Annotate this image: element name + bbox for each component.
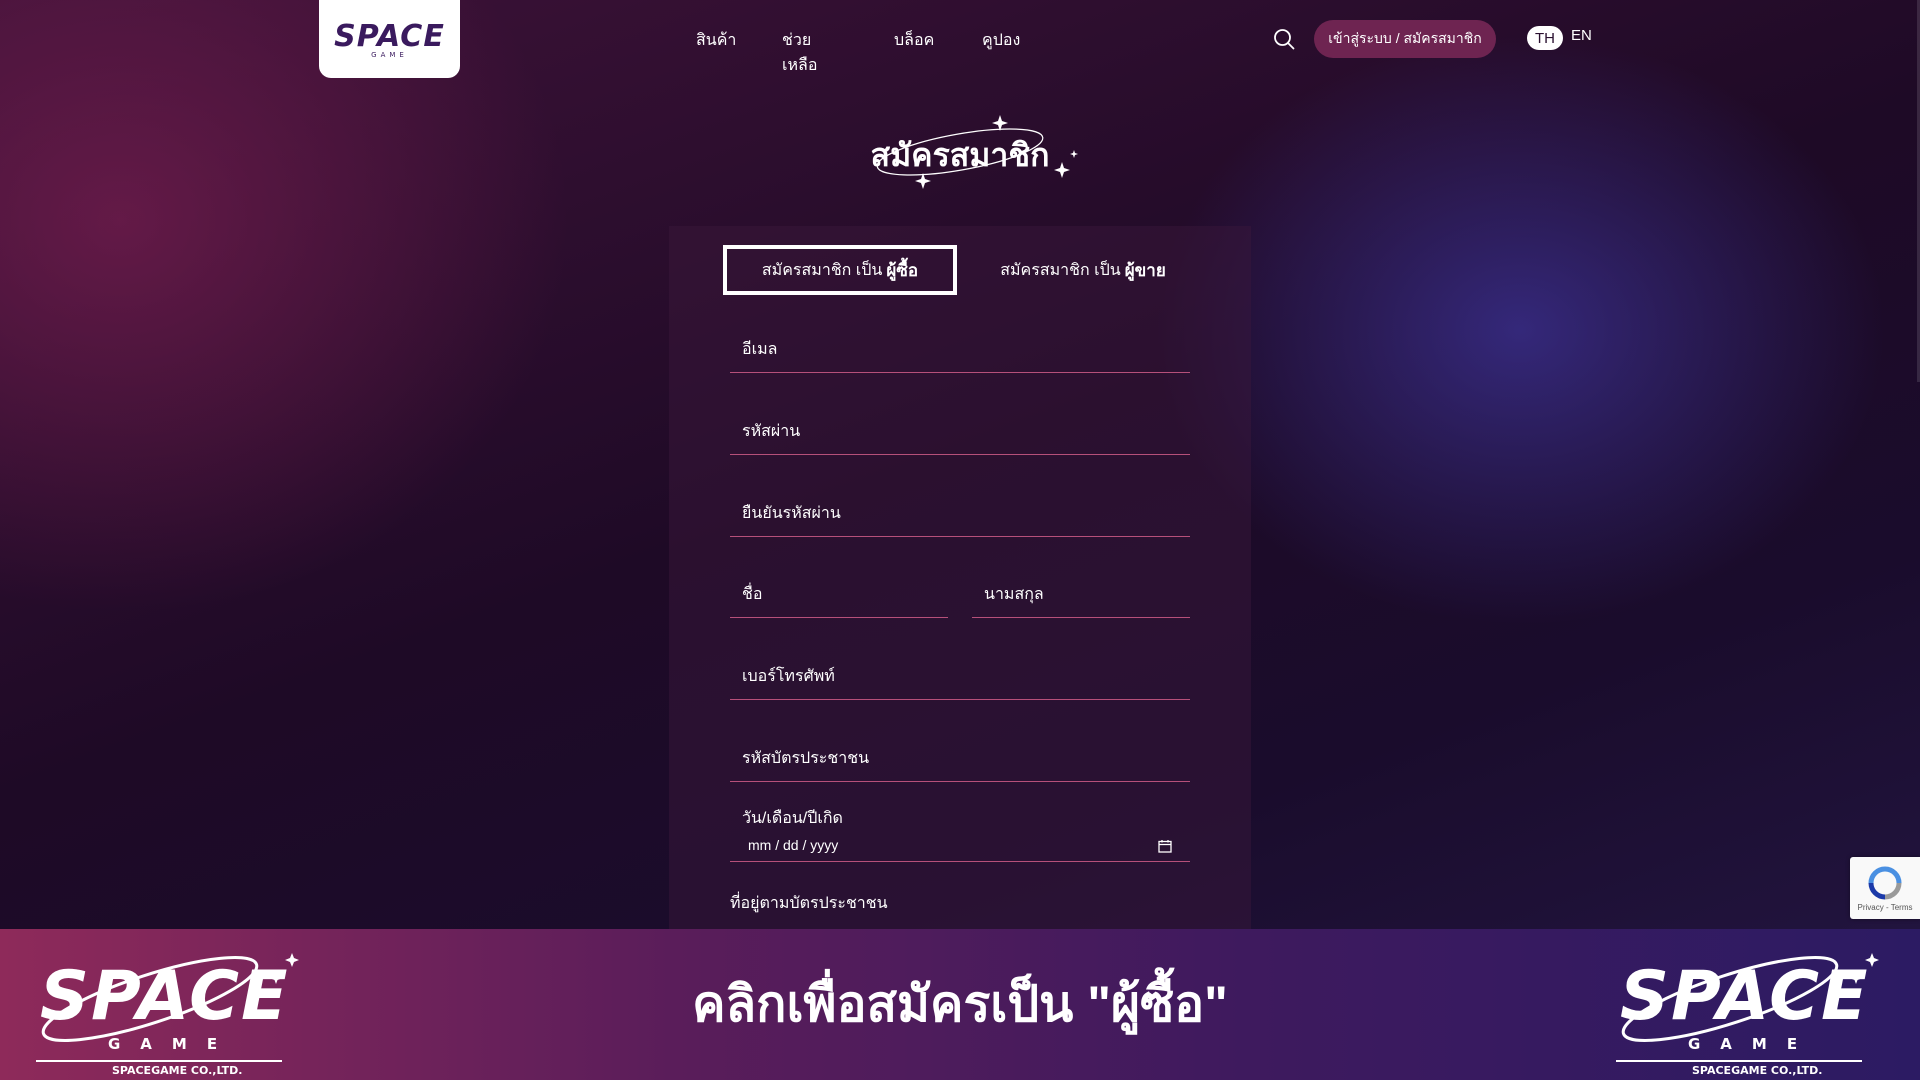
banner-logo-divider [1616,1060,1862,1062]
page-title-block: สมัครสมาชิก [860,110,1090,200]
confirm-password-field-label: ยืนยันรหัสผ่าน [742,505,841,522]
tab-register-buyer[interactable]: สมัครสมาชิก เป็น ผู้ซื้อ [723,245,957,295]
id-card-field-label: รหัสบัตรประชาชน [742,750,870,767]
logo-subtext: GAME [371,51,408,59]
first-name-field[interactable]: ชื่อ [730,572,948,618]
nav-item-coupon[interactable]: คูปอง [982,28,1020,53]
address-field-label: ที่อยู่ตามบัตรประชาชน [730,895,888,912]
nav-item-help[interactable]: ช่วยเหลือ [782,28,817,78]
recaptcha-badge[interactable]: Privacy - Terms [1850,857,1920,919]
password-field-label: รหัสผ่าน [742,423,801,440]
first-name-field-label: ชื่อ [742,586,763,603]
phone-field-label: เบอร์โทรศัพท์ [742,668,835,685]
calendar-icon[interactable] [1158,838,1172,853]
tab-buyer-bold: ผู้ซื้อ [886,260,919,280]
recaptcha-text: Privacy - Terms [1857,902,1913,912]
tab-seller-prefix: สมัครสมาชิก เป็น [1000,261,1121,279]
last-name-field[interactable]: นามสกุล [972,572,1190,618]
bottom-banner[interactable]: SPACE GAME SPACEGAME CO.,LTD. คลิกเพื่อส… [0,929,1920,1080]
id-card-field[interactable]: รหัสบัตรประชาชน [730,736,1190,782]
last-name-field-label: นามสกุล [984,586,1044,603]
site-logo[interactable]: SPACE GAME [319,0,460,78]
dob-input[interactable]: mm / dd / yyyy [730,828,1190,862]
email-field[interactable]: อีเมล [730,327,1190,373]
search-icon[interactable] [1273,28,1295,50]
tab-register-seller[interactable]: สมัครสมาชิก เป็น ผู้ขาย [966,245,1200,295]
tab-buyer-prefix: สมัครสมาชิก เป็น [761,261,883,279]
lang-en-toggle[interactable]: EN [1571,27,1592,44]
nav-item-blog[interactable]: บล็อค [894,28,934,53]
page-title: สมัครสมาชิก [870,137,1050,173]
confirm-password-field[interactable]: ยืนยันรหัสผ่าน [730,491,1190,537]
password-field[interactable]: รหัสผ่าน [730,409,1190,455]
phone-field[interactable]: เบอร์โทรศัพท์ [730,654,1190,700]
logo-wordmark: SPACE [334,19,445,54]
banner-logo-right: SPACE GAME SPACEGAME CO.,LTD. [1610,943,1900,1077]
email-field-label: อีเมล [742,341,778,358]
nav-item-products[interactable]: สินค้า [696,28,736,53]
banner-logo-game: GAME [1688,1035,1818,1053]
recaptcha-icon [1868,866,1902,899]
dob-placeholder: mm / dd / yyyy [748,836,839,853]
lang-th-toggle[interactable]: TH [1527,26,1563,50]
tab-seller-bold: ผู้ขาย [1124,260,1166,280]
login-register-button[interactable]: เข้าสู่ระบบ / สมัครสมาชิก [1314,20,1496,58]
banner-logo-company: SPACEGAME CO.,LTD. [1692,1064,1823,1077]
